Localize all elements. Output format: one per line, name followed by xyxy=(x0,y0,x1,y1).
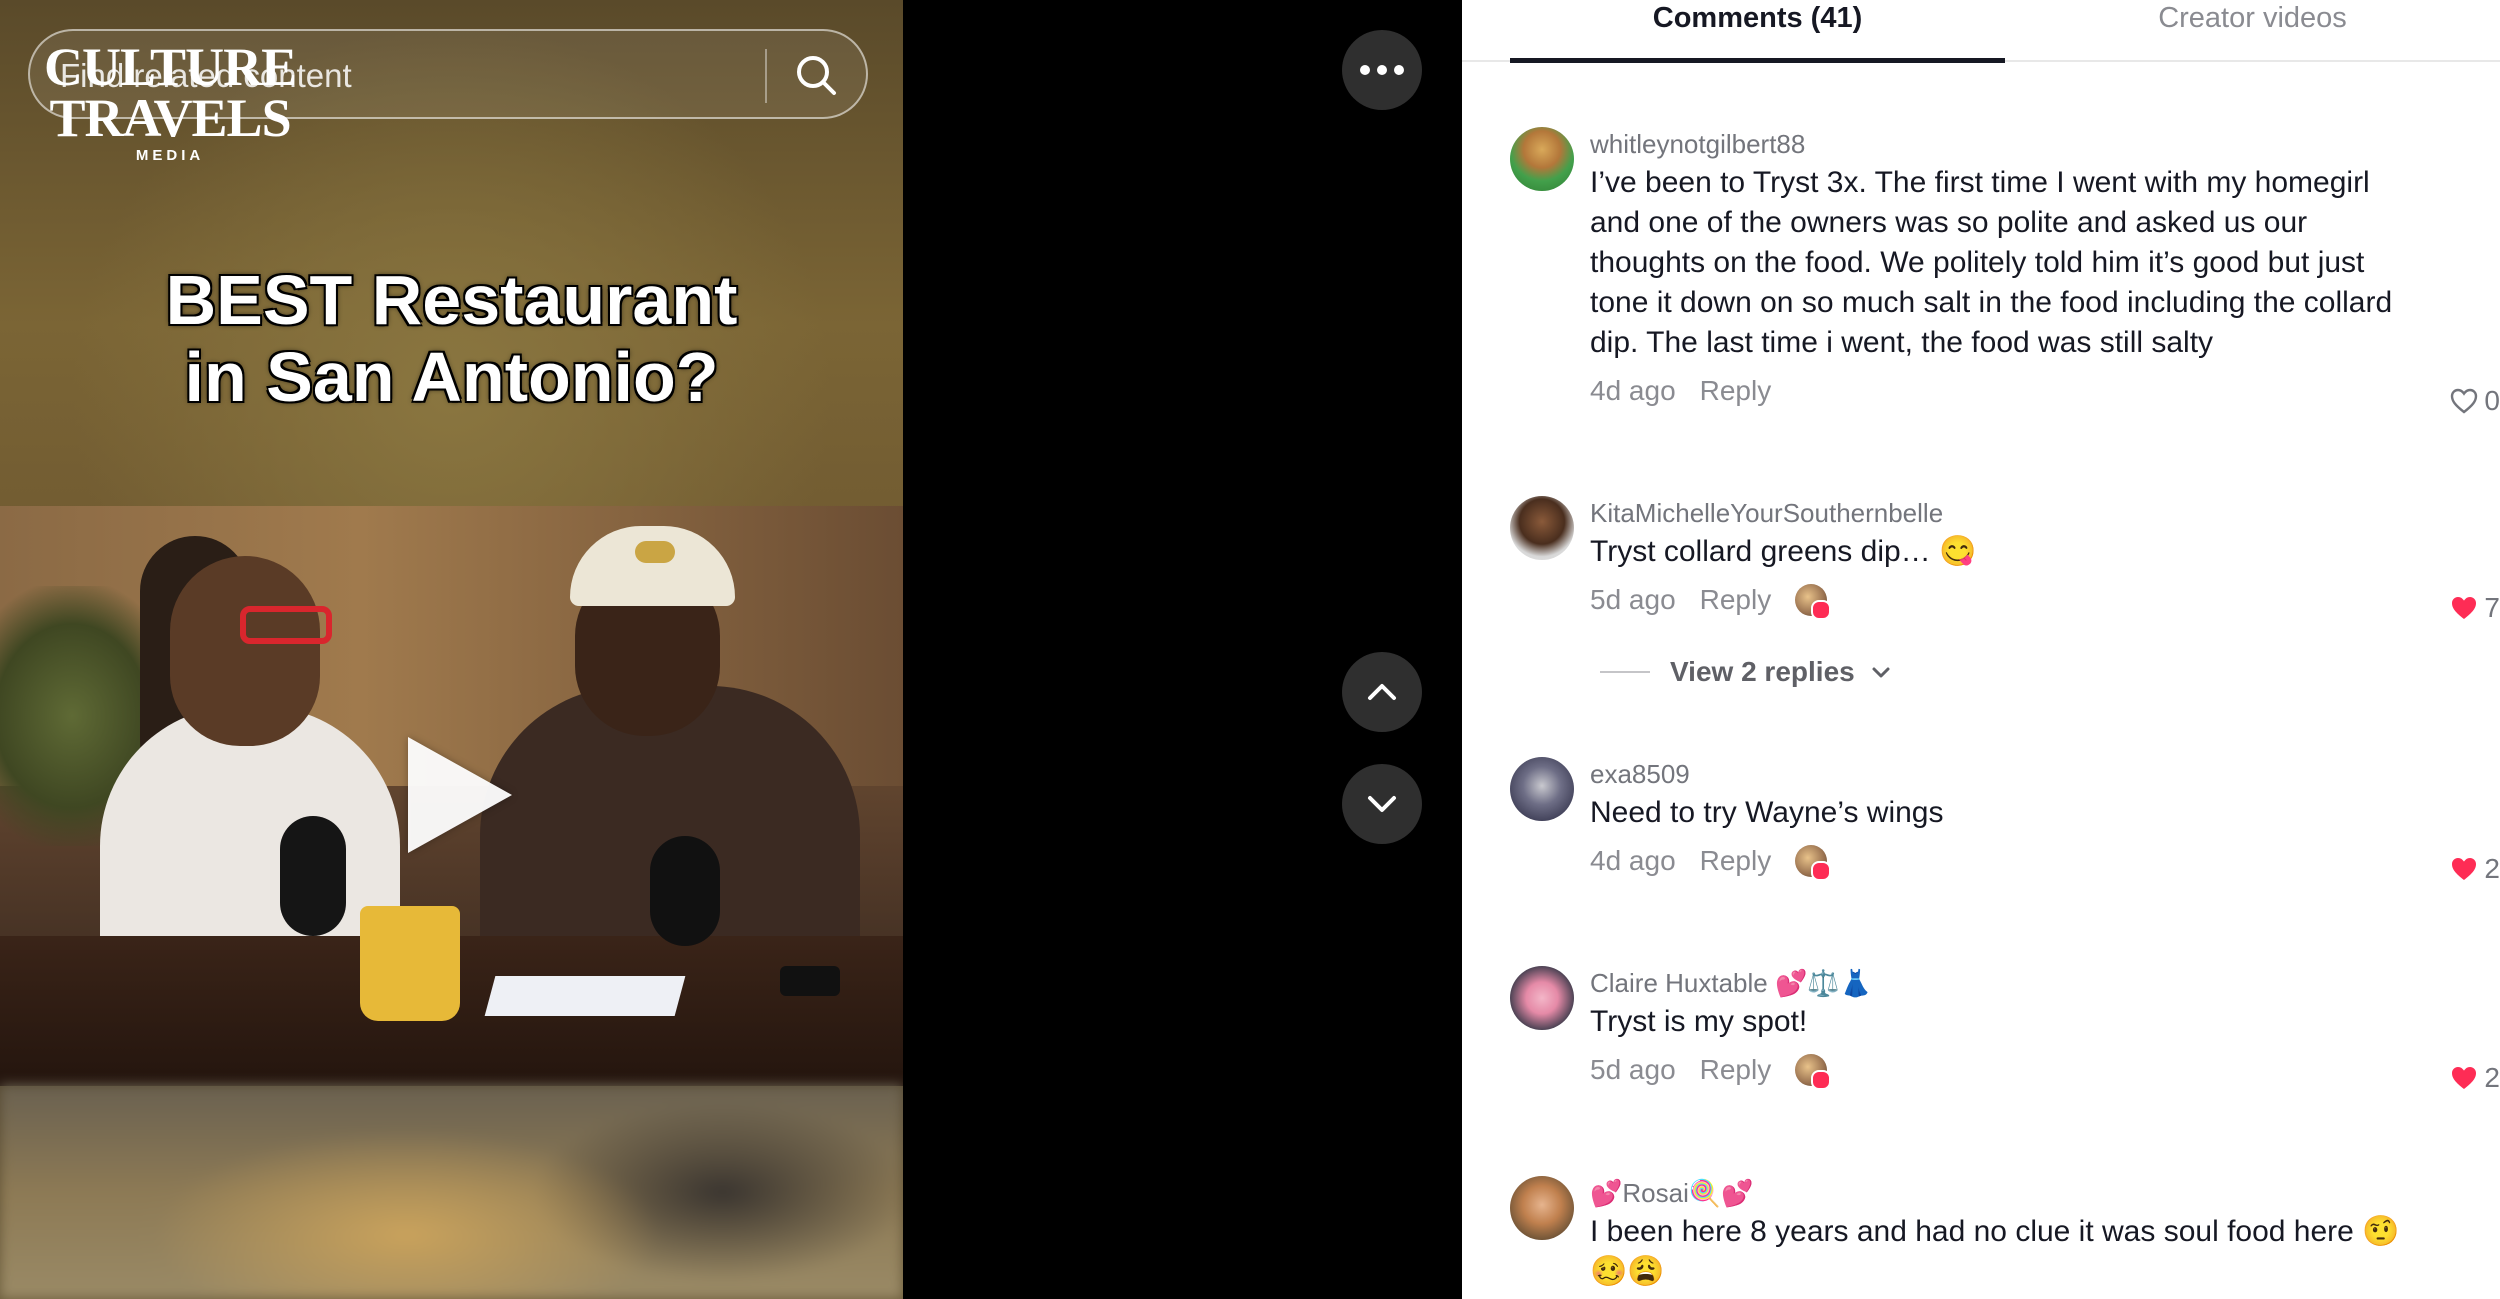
reply-button[interactable]: Reply xyxy=(1700,845,1772,877)
tab-creator-videos[interactable]: Creator videos xyxy=(2005,0,2500,58)
view-replies-button[interactable]: View 2 replies xyxy=(1600,656,1895,688)
search-placeholder: Find related content xyxy=(60,57,352,94)
avatar[interactable] xyxy=(1510,127,1574,191)
papers xyxy=(484,976,686,1016)
comment-username[interactable]: whitleynotgilbert88 xyxy=(1590,129,2420,159)
person-left-head xyxy=(170,556,320,746)
comment-time: 5d ago xyxy=(1590,1054,1676,1085)
previous-video-button[interactable] xyxy=(1342,652,1422,732)
tab-comments[interactable]: Comments (41) xyxy=(1510,0,2005,63)
avatar[interactable] xyxy=(1510,966,1574,1030)
avatar[interactable] xyxy=(1510,1176,1574,1240)
like-button[interactable]: 2 xyxy=(2450,853,2500,885)
comment-username[interactable]: exa8509 xyxy=(1590,759,2420,789)
view-replies-label: View 2 replies xyxy=(1670,656,1855,687)
video-title-overlay: BEST Restaurant in San Antonio? xyxy=(0,262,903,416)
video-player[interactable]: BEST Restaurant in San Antonio? CULTURE … xyxy=(0,0,903,1299)
phone-on-table xyxy=(780,966,840,996)
related-content-search[interactable]: Find related content xyxy=(28,29,868,119)
comment-username[interactable]: KitaMichelleYourSouthernbelle xyxy=(1590,498,2420,528)
more-horizontal-icon xyxy=(1360,65,1404,75)
video-bottom-blur xyxy=(0,1085,903,1299)
like-count: 2 xyxy=(2484,853,2500,884)
avatar[interactable] xyxy=(1510,757,1574,821)
comment-text: Tryst is my spot! xyxy=(1590,1005,1808,1038)
comment-text: Need to try Wayne’s wings xyxy=(1590,796,1944,829)
like-button[interactable]: 0 xyxy=(2450,385,2500,417)
comment-meta: 5d ago Reply xyxy=(1590,1050,2420,1090)
like-button[interactable]: 2 xyxy=(2450,1062,2500,1094)
comment-username[interactable]: 💕Rosai🍭💕 xyxy=(1590,1178,2420,1208)
like-count: 7 xyxy=(2484,592,2500,623)
creator-liked-avatar xyxy=(1795,584,1832,620)
video-title-line2: in San Antonio? xyxy=(184,338,719,416)
next-video-button[interactable] xyxy=(1342,764,1422,844)
heart-icon xyxy=(2451,388,2478,414)
like-count: 2 xyxy=(2484,1062,2500,1093)
cap-patch xyxy=(635,541,675,563)
comment-meta: 5d ago Reply xyxy=(1590,580,2420,620)
play-icon[interactable] xyxy=(408,737,512,853)
like-count: 0 xyxy=(2484,385,2500,416)
comment-meta: 4d ago Reply xyxy=(1590,841,2420,881)
search-divider xyxy=(765,49,767,103)
comment-text: I been here 8 years and had no clue it w… xyxy=(1590,1215,2400,1288)
reply-button[interactable]: Reply xyxy=(1700,584,1772,616)
reply-button[interactable]: Reply xyxy=(1700,1054,1772,1086)
search-icon[interactable] xyxy=(790,49,844,103)
comment-time: 4d ago xyxy=(1590,375,1676,406)
comment-time: 4d ago xyxy=(1590,845,1676,876)
chevron-up-icon xyxy=(1368,684,1396,700)
chevron-down-icon xyxy=(1368,796,1396,812)
reply-button[interactable]: Reply xyxy=(1700,375,1772,407)
comment-text: Tryst collard greens dip… 😋 xyxy=(1590,535,1977,568)
comment-username[interactable]: Claire Huxtable 💕⚖️👗 xyxy=(1590,968,2420,998)
microphone-right xyxy=(650,836,720,946)
comment-meta: 4d ago Reply xyxy=(1590,371,2420,411)
comment-time: 5d ago xyxy=(1590,584,1676,615)
microphone-left xyxy=(280,816,346,936)
person-left-glasses xyxy=(240,606,332,644)
comment-text: I’ve been to Tryst 3x. The first time I … xyxy=(1590,166,2393,359)
like-button[interactable]: 7 xyxy=(2450,592,2500,624)
video-title-line1: BEST Restaurant xyxy=(165,261,738,339)
creator-liked-avatar xyxy=(1795,1054,1832,1090)
heart-icon xyxy=(2452,858,2477,880)
avatar[interactable] xyxy=(1510,496,1574,560)
creator-liked-avatar xyxy=(1795,845,1832,881)
tabs-bar: Comments (41) Creator videos xyxy=(1462,0,2500,63)
heart-icon xyxy=(2452,597,2477,619)
heart-icon xyxy=(2452,1067,2477,1089)
comments-panel: Comments (41) Creator videos whitleynotg… xyxy=(1462,0,2500,1299)
yellow-mug xyxy=(360,906,460,1021)
more-options-button[interactable] xyxy=(1342,30,1422,110)
chevron-down-icon xyxy=(1872,667,1890,678)
view-replies-line xyxy=(1600,671,1650,673)
